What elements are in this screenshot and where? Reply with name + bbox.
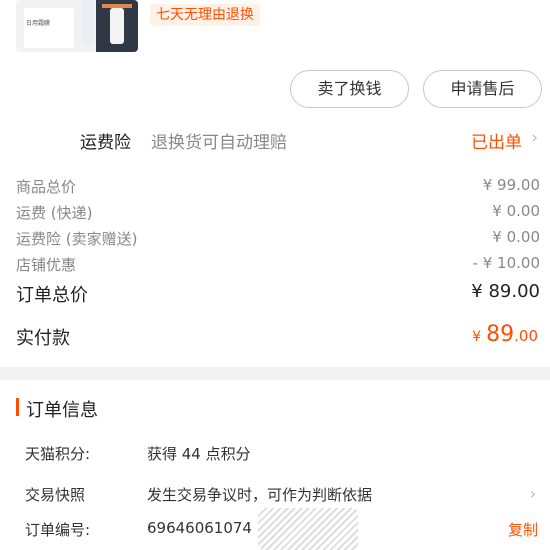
- info-label: 订单编号:: [25, 521, 91, 539]
- price-label: 运费险 (卖家赠送): [16, 230, 138, 248]
- price-label: 商品总价: [16, 178, 77, 196]
- product-tube-image: [82, 0, 94, 46]
- amount-decimal: .00: [514, 327, 538, 345]
- order-info-title: 订单信息: [26, 400, 98, 421]
- info-label: 交易快照: [25, 486, 86, 504]
- order-total-row: 订单总价 ¥ 89.00: [0, 281, 550, 309]
- amount-paid-row: 实付款 ¥ 89.00: [0, 322, 550, 352]
- price-value: ¥ 0.00: [492, 202, 540, 220]
- order-number-value: 69646061074: [147, 519, 252, 537]
- price-label: 店铺优惠: [16, 256, 77, 274]
- order-total-label: 订单总价: [16, 285, 88, 306]
- price-row-shipping: 运费 (快递) ¥ 0.00: [0, 202, 550, 226]
- currency-symbol: ¥: [472, 329, 482, 345]
- info-label: 天猫积分:: [25, 445, 91, 463]
- after-sale-button[interactable]: 申请售后: [423, 70, 542, 108]
- price-row-shipping-insurance: 运费险 (卖家赠送) ¥ 0.00: [0, 228, 550, 252]
- return-policy-tag: 七天无理由退换: [150, 4, 260, 26]
- shipping-insurance-row[interactable]: 运费险 退换货可自动理赔 已出单 ›: [0, 124, 550, 154]
- sell-for-cash-button[interactable]: 卖了换钱: [290, 70, 409, 108]
- price-row-goods-total: 商品总价 ¥ 99.00: [0, 176, 550, 200]
- insurance-status[interactable]: 已出单: [471, 128, 522, 153]
- amount-paid-label: 实付款: [16, 328, 70, 349]
- price-label: 运费 (快递): [16, 204, 93, 222]
- section-accent-bar: [16, 398, 19, 416]
- info-value: 发生交易争议时，可作为判断依据: [147, 486, 373, 504]
- product-thumbnail[interactable]: 日用霜膜: [16, 0, 138, 52]
- product-box-image: [24, 8, 74, 48]
- tmall-points-row: 天猫积分: 获得 44 点积分: [0, 443, 550, 469]
- product-image-label: 日用霜膜: [26, 20, 51, 27]
- insurance-title: 运费险: [80, 133, 131, 153]
- price-value: ¥ 99.00: [482, 176, 540, 194]
- price-value: ¥ 0.00: [492, 228, 540, 246]
- section-divider: [0, 367, 550, 380]
- chevron-right-icon[interactable]: ›: [530, 484, 536, 503]
- chevron-right-icon[interactable]: ›: [531, 128, 538, 148]
- product-tube-image-2: [110, 8, 124, 44]
- order-total-value: ¥ 89.00: [471, 281, 540, 302]
- amount-paid-value: ¥ 89.00: [472, 322, 538, 347]
- price-row-store-discount: 店铺优惠 - ¥ 10.00: [0, 254, 550, 278]
- price-value: - ¥ 10.00: [472, 254, 540, 272]
- info-value: 获得 44 点积分: [147, 445, 251, 463]
- amount-integer: 89: [486, 322, 515, 347]
- copy-button[interactable]: 复制: [508, 519, 538, 540]
- redaction-mask: [258, 508, 358, 550]
- transaction-snapshot-row[interactable]: 交易快照 发生交易争议时，可作为判断依据 ›: [0, 484, 550, 510]
- insurance-description: 退换货可自动理赔: [151, 133, 287, 153]
